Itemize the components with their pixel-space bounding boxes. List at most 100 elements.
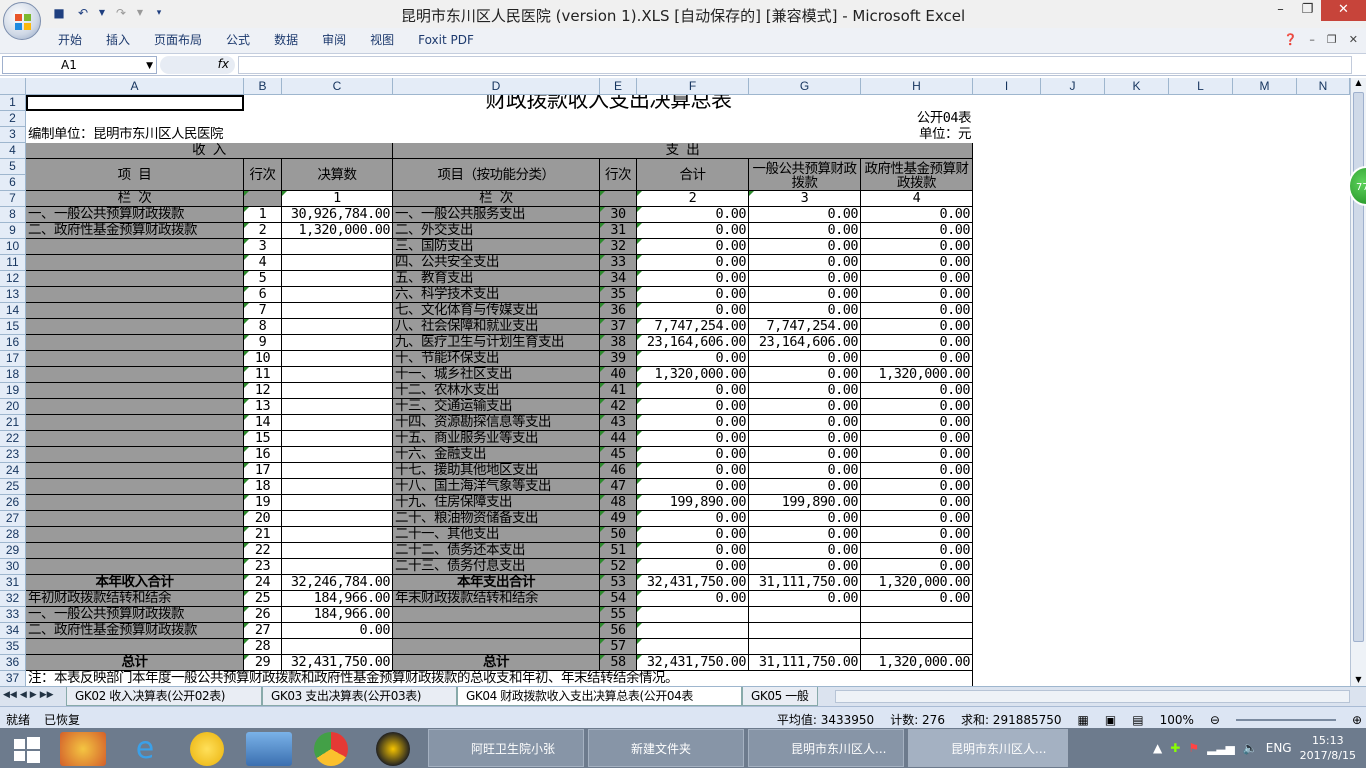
row-header[interactable]: 30 [0,559,26,575]
start-button[interactable] [4,732,50,766]
row-header[interactable]: 13 [0,287,26,303]
row-header[interactable]: 19 [0,383,26,399]
row-header[interactable]: 26 [0,495,26,511]
row-header[interactable]: 8 [0,207,26,223]
remote-desktop-icon[interactable] [246,732,292,766]
row-header[interactable]: 1 [0,95,26,111]
row-header[interactable]: 16 [0,335,26,351]
task-excel-2[interactable]: 昆明市东川区人... [908,729,1068,767]
task-excel-1[interactable]: 昆明市东川区人... [748,729,904,767]
row-header[interactable]: 4 [0,143,26,159]
scroll-up-icon[interactable]: ▲ [1351,78,1366,87]
tab-insert[interactable]: 插入 [94,32,142,48]
tray-expand-icon[interactable]: ▲ [1153,741,1162,755]
language-indicator[interactable]: ENG [1266,741,1292,755]
normal-view-icon[interactable]: ▦ [1078,713,1089,727]
next-sheet-icon[interactable]: ▶ [30,690,37,700]
row-header[interactable]: 36 [0,655,26,671]
zoom-out-icon[interactable]: ⊖ [1210,713,1220,727]
prev-sheet-icon[interactable]: ◀ [20,690,27,700]
column-header[interactable]: F [637,78,749,95]
restore-icon[interactable]: ❐ [1294,0,1321,21]
tab-home[interactable]: 开始 [46,32,94,48]
ie-browser-icon[interactable]: e [122,732,168,766]
name-box[interactable]: A1 ▼ [2,56,157,74]
ribbon-minimize-icon[interactable]: – [1309,33,1315,46]
tab-data[interactable]: 数据 [262,32,310,48]
row-header[interactable]: 12 [0,271,26,287]
tab-view[interactable]: 视图 [358,32,406,48]
horizontal-scrollbar[interactable] [835,690,1350,703]
row-header[interactable]: 33 [0,607,26,623]
sheet-tab-gk03[interactable]: GK03 支出决算表(公开03表) [262,687,457,706]
spreadsheet-grid[interactable]: A B C D E F G H I J K L M N 1 2 3 4 5 6 7 8 9 10 11 12 13 14 15 16 17 1… [0,78,1350,686]
row-header[interactable]: 25 [0,479,26,495]
select-all-corner[interactable] [0,78,26,95]
tray-flag-icon[interactable]: ⚑ [1188,741,1199,755]
row-header[interactable]: 5 [0,159,26,175]
close-icon[interactable]: ✕ [1321,0,1366,21]
scroll-down-icon[interactable]: ▼ [1351,675,1366,684]
help-icon[interactable]: ❓ [1284,33,1298,46]
column-header[interactable]: A [26,78,244,95]
tab-foxit-pdf[interactable]: Foxit PDF [406,32,486,48]
tab-page-layout[interactable]: 页面布局 [142,32,214,48]
column-header[interactable]: K [1105,78,1169,95]
row-header[interactable]: 31 [0,575,26,591]
column-header[interactable]: B [244,78,282,95]
first-sheet-icon[interactable]: ◀◀ [3,690,17,700]
formula-input[interactable] [238,56,1352,74]
row-header[interactable]: 24 [0,463,26,479]
row-header[interactable]: 17 [0,351,26,367]
row-header[interactable]: 20 [0,399,26,415]
column-header[interactable]: N [1297,78,1350,95]
row-header[interactable]: 37 [0,671,26,686]
zoom-slider[interactable] [1235,718,1336,721]
task-chat[interactable]: 阿旺卫生院小张 [428,729,584,767]
row-header[interactable]: 2 [0,111,26,127]
app-icon-6[interactable] [376,732,410,766]
row-header[interactable]: 10 [0,239,26,255]
column-header[interactable]: C [282,78,393,95]
column-header[interactable]: J [1041,78,1105,95]
office-button[interactable] [3,2,41,40]
chrome-icon[interactable] [314,732,348,766]
ribbon-restore-icon[interactable]: ❐ [1327,33,1337,46]
insert-function-button[interactable]: fx [160,56,235,74]
column-header[interactable]: I [973,78,1041,95]
app-icon-1[interactable] [60,732,106,766]
column-header[interactable]: G [749,78,861,95]
tab-formulas[interactable]: 公式 [214,32,262,48]
clock[interactable]: 15:13 2017/8/15 [1300,733,1356,763]
sheet-tab-gk04[interactable]: GK04 财政拨款收入支出决算总表(公开04表 [457,687,742,706]
row-header[interactable]: 11 [0,255,26,271]
row-header[interactable]: 18 [0,367,26,383]
row-header[interactable]: 29 [0,543,26,559]
sheet-tab-gk05[interactable]: GK05 一般 [742,687,818,706]
row-header[interactable]: 3 [0,127,26,143]
volume-icon[interactable]: 🔈 [1243,741,1258,755]
task-folder[interactable]: 新建文件夹 [588,729,744,767]
zoom-level[interactable]: 100% [1160,713,1194,727]
page-layout-view-icon[interactable]: ▣ [1105,713,1116,727]
tray-app-icon[interactable]: ✚ [1170,741,1180,755]
page-break-view-icon[interactable]: ▤ [1132,713,1143,727]
last-sheet-icon[interactable]: ▶▶ [40,690,54,700]
row-header[interactable]: 35 [0,639,26,655]
row-header[interactable]: 6 [0,175,26,191]
row-header[interactable]: 9 [0,223,26,239]
zoom-in-icon[interactable]: ⊕ [1352,713,1362,727]
column-header[interactable]: M [1233,78,1297,95]
app-icon-3[interactable] [190,732,224,766]
sheet-tab-gk02[interactable]: GK02 收入决算表(公开02表) [66,687,262,706]
row-header[interactable]: 21 [0,415,26,431]
column-header[interactable]: D [393,78,600,95]
row-header[interactable]: 14 [0,303,26,319]
chevron-down-icon[interactable]: ▼ [146,58,153,74]
row-header[interactable]: 22 [0,431,26,447]
column-header[interactable]: L [1169,78,1233,95]
column-header[interactable]: E [600,78,637,95]
row-header[interactable]: 23 [0,447,26,463]
network-icon[interactable]: ▂▃▅ [1207,741,1235,755]
row-header[interactable]: 28 [0,527,26,543]
